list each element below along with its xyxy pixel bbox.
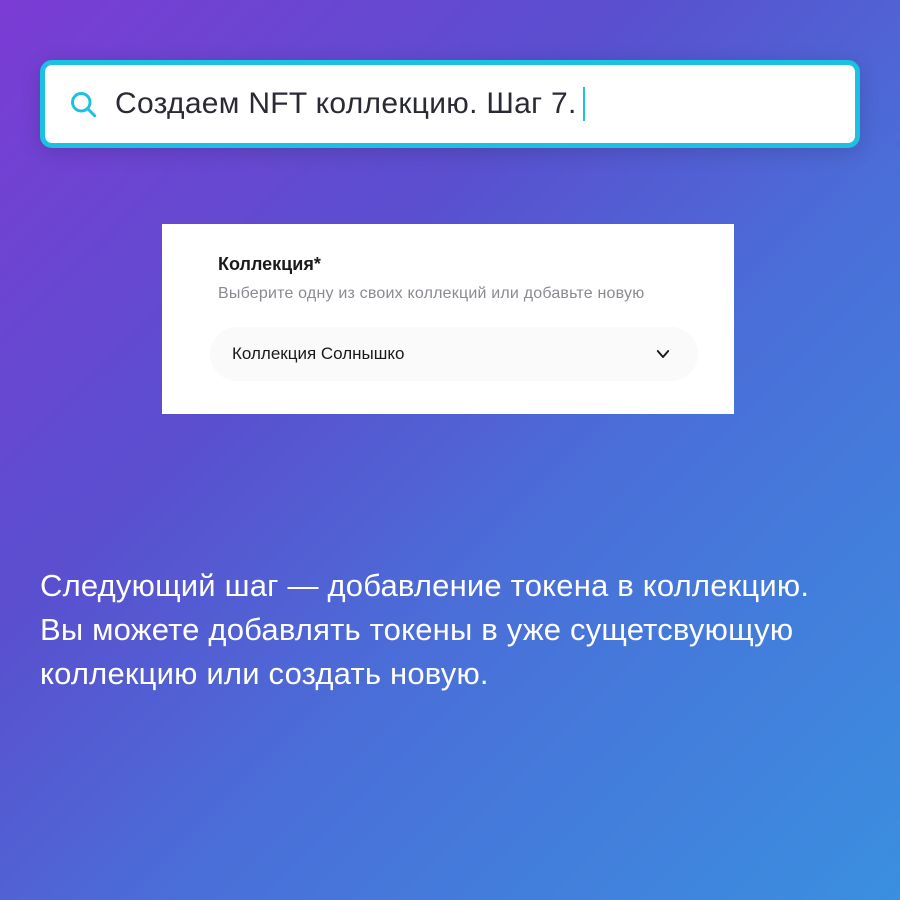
card-title: Коллекция* (218, 254, 698, 275)
search-text: Создаем NFT коллекцию. Шаг 7. (115, 87, 577, 121)
search-icon (69, 90, 97, 118)
dropdown-value: Коллекция Солнышко (232, 344, 404, 364)
chevron-down-icon (654, 345, 672, 363)
collection-dropdown[interactable]: Коллекция Солнышко (210, 327, 698, 381)
card-subtitle: Выберите одну из своих коллекций или доб… (218, 285, 698, 303)
collection-card: Коллекция* Выберите одну из своих коллек… (162, 224, 734, 414)
text-cursor (583, 87, 585, 121)
search-bar[interactable]: Создаем NFT коллекцию. Шаг 7. (40, 60, 860, 148)
step-description: Следующий шаг — добавление токена в колл… (40, 564, 860, 696)
